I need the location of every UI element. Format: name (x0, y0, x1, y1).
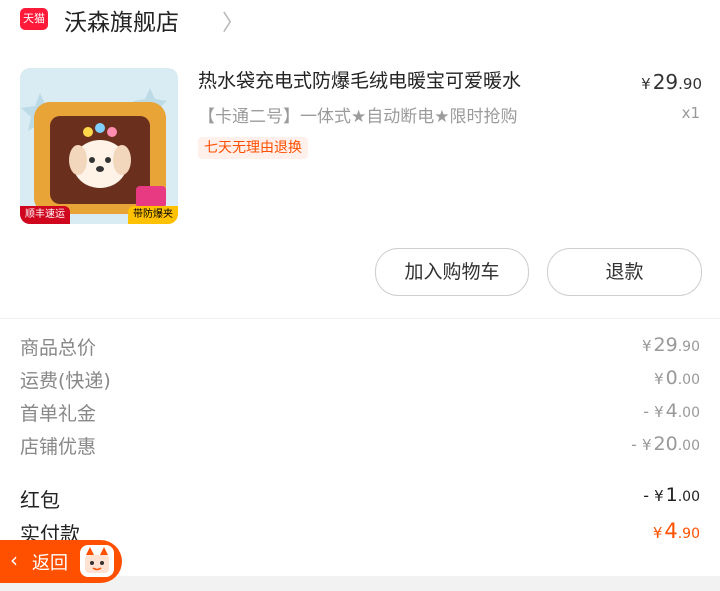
currency-symbol: ¥ (641, 75, 651, 93)
product-price: ¥29.90 (641, 70, 702, 94)
product-title[interactable]: 热水袋充电式防爆毛绒电暖宝可爱暖水 (198, 66, 521, 93)
shipping-tag: 顺丰速运 (20, 206, 70, 224)
return-policy-tag: 七天无理由退换 (198, 137, 308, 159)
add-to-cart-button[interactable]: 加入购物车 (375, 248, 529, 296)
back-label: 返回 (32, 553, 68, 574)
shipping-value: ¥0.00 (654, 367, 700, 389)
first-order-gift-label: 首单礼金 (20, 403, 97, 425)
divider (0, 318, 720, 319)
store-discount-label: 店铺优惠 (20, 436, 97, 458)
paid-value: ¥4.90 (652, 519, 700, 543)
back-button[interactable]: ‹ 返回 (0, 540, 122, 583)
price-integer: 29 (652, 70, 679, 94)
refund-button[interactable]: 退款 (547, 248, 702, 296)
hot-water-bag-image (20, 68, 178, 224)
price-decimal: .90 (678, 75, 702, 93)
clip-tag: 带防爆夹 (128, 206, 178, 224)
tmall-logo-icon: 天猫 (20, 8, 48, 30)
store-header[interactable]: 天猫 沃森旗舰店 〉 (0, 0, 720, 42)
chevron-left-icon: ‹ (10, 548, 18, 572)
product-thumbnail[interactable]: 顺丰速运 带防爆夹 (20, 68, 178, 224)
first-order-gift-value: - ¥4.00 (643, 400, 700, 422)
store-name[interactable]: 沃森旗舰店 (64, 3, 179, 37)
product-quantity: x1 (681, 104, 700, 122)
chevron-right-icon[interactable]: 〉 (222, 5, 244, 37)
store-discount-value: - ¥20.00 (631, 433, 700, 455)
total-label: 商品总价 (20, 337, 97, 359)
red-packet-value: - ¥1.00 (643, 484, 700, 506)
red-packet-label: 红包 (20, 488, 60, 512)
shipping-label: 运费(快递) (20, 370, 111, 392)
total-value: ¥29.90 (642, 334, 700, 356)
product-spec: 【卡通二号】一体式★自动断电★限时抢购 (198, 107, 518, 127)
tmall-mascot-icon (80, 545, 114, 577)
